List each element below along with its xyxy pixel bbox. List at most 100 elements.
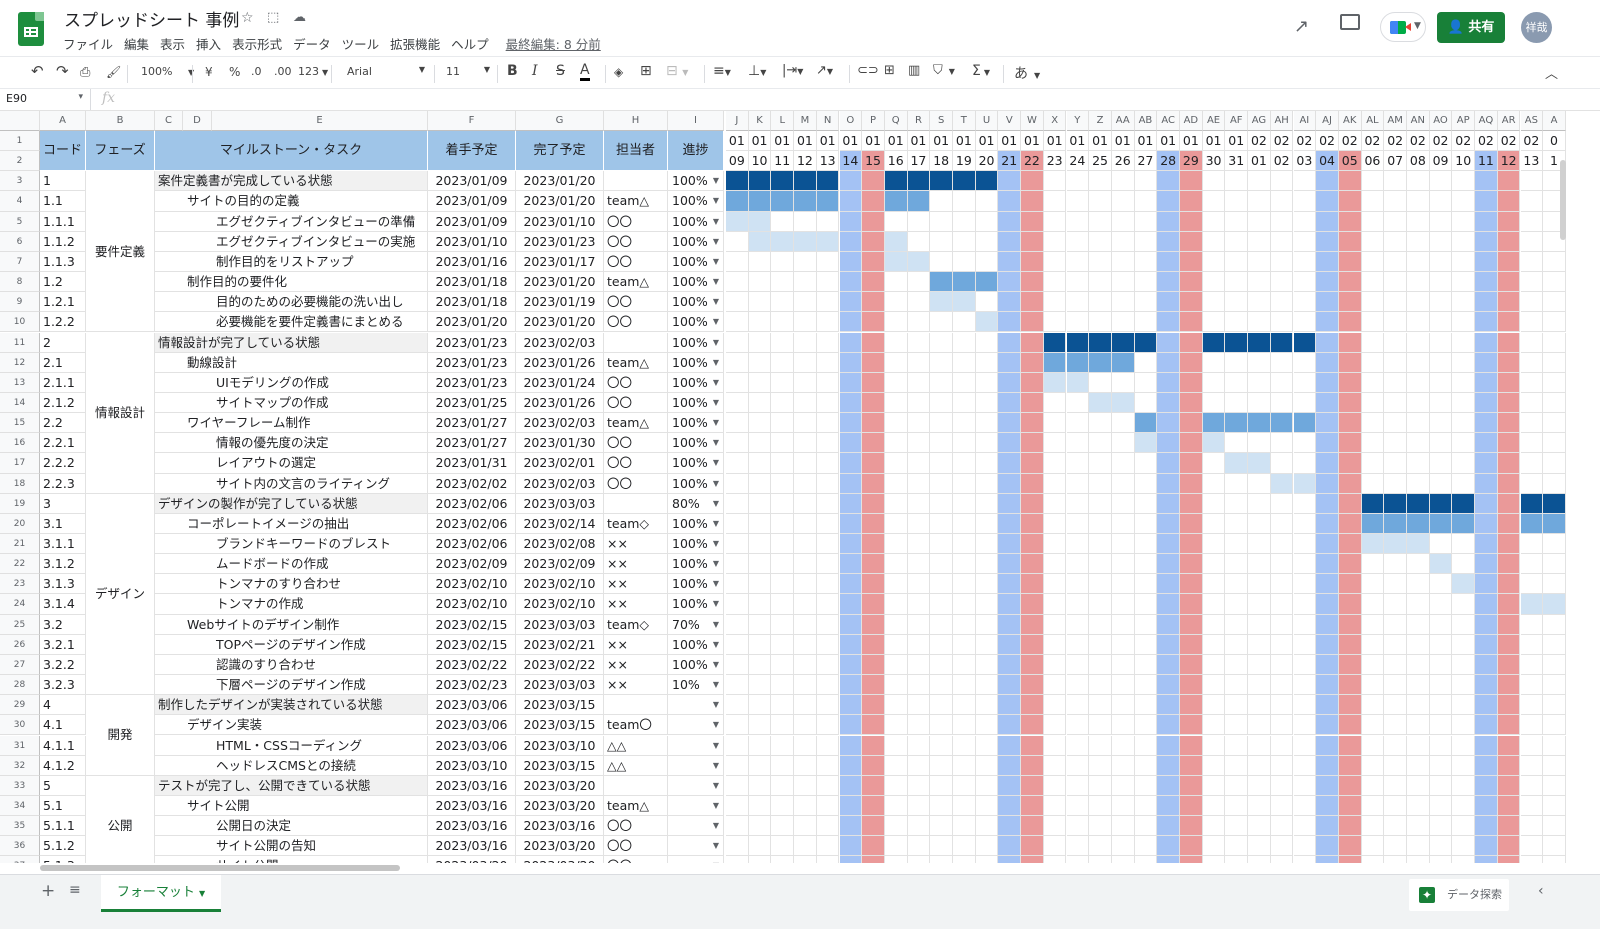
timeline-cell[interactable] bbox=[794, 413, 817, 434]
timeline-cell[interactable] bbox=[726, 836, 749, 857]
timeline-day[interactable]: 11 bbox=[1475, 151, 1498, 172]
start-date-cell[interactable]: 2023/03/20 bbox=[428, 856, 516, 863]
row-header[interactable]: 24 bbox=[0, 594, 40, 615]
timeline-cell[interactable] bbox=[975, 392, 999, 414]
phase-cell[interactable]: 情報設計 bbox=[86, 332, 155, 494]
timeline-cell[interactable] bbox=[1157, 695, 1180, 716]
timeline-cell[interactable] bbox=[975, 594, 999, 615]
timeline-cell[interactable] bbox=[1429, 735, 1453, 756]
timeline-cell[interactable] bbox=[862, 735, 885, 756]
timeline-cell[interactable] bbox=[726, 453, 749, 474]
timeline-cell[interactable] bbox=[975, 251, 999, 273]
task-cell[interactable]: サイトマップの作成 bbox=[155, 392, 428, 414]
sheet-tab-format[interactable]: フォーマット ▼ bbox=[101, 875, 221, 912]
column-header[interactable]: T bbox=[953, 111, 976, 131]
timeline-cell[interactable] bbox=[1361, 574, 1385, 595]
timeline-cell[interactable] bbox=[1429, 574, 1453, 595]
timeline-cell[interactable] bbox=[1089, 614, 1112, 635]
timeline-cell[interactable] bbox=[748, 453, 772, 474]
timeline-cell[interactable] bbox=[1429, 433, 1453, 454]
timeline-cell[interactable] bbox=[1270, 251, 1294, 273]
timeline-month[interactable]: 01 bbox=[726, 131, 749, 152]
end-date-cell[interactable]: 2023/01/20 bbox=[516, 191, 604, 212]
timeline-cell[interactable] bbox=[1270, 191, 1294, 212]
timeline-cell[interactable] bbox=[1043, 191, 1067, 212]
timeline-cell[interactable] bbox=[953, 453, 976, 474]
timeline-cell[interactable] bbox=[1407, 392, 1430, 414]
timeline-cell[interactable] bbox=[1429, 292, 1453, 313]
timeline-cell[interactable] bbox=[1248, 513, 1271, 534]
timeline-cell[interactable] bbox=[862, 453, 885, 474]
owner-cell[interactable]: 〇〇 bbox=[604, 372, 668, 393]
timeline-cell[interactable] bbox=[1111, 413, 1135, 434]
timeline-cell[interactable] bbox=[1089, 312, 1112, 333]
timeline-cell[interactable] bbox=[1361, 695, 1385, 716]
timeline-cell[interactable] bbox=[998, 211, 1022, 232]
start-date-cell[interactable]: 2023/02/06 bbox=[428, 534, 516, 555]
timeline-cell[interactable] bbox=[1089, 231, 1112, 252]
timeline-cell[interactable] bbox=[953, 493, 976, 514]
timeline-cell[interactable] bbox=[1202, 554, 1226, 575]
timeline-cell[interactable] bbox=[1520, 453, 1544, 474]
owner-cell[interactable]: 〇〇 bbox=[604, 312, 668, 333]
timeline-cell[interactable] bbox=[1293, 352, 1317, 373]
timeline-cell[interactable] bbox=[1543, 856, 1566, 863]
timeline-cell[interactable] bbox=[839, 473, 863, 494]
timeline-cell[interactable] bbox=[1361, 654, 1385, 676]
timeline-month[interactable]: 01 bbox=[1157, 131, 1180, 152]
row-header[interactable]: 17 bbox=[0, 453, 40, 474]
currency-format-button[interactable]: ¥ bbox=[205, 65, 213, 79]
timeline-cell[interactable] bbox=[1384, 795, 1407, 817]
menu-file[interactable]: ファイル bbox=[63, 37, 113, 52]
start-date-cell[interactable]: 2023/02/09 bbox=[428, 554, 516, 575]
timeline-cell[interactable] bbox=[1270, 735, 1294, 756]
timeline-cell[interactable] bbox=[1338, 795, 1362, 817]
timeline-cell[interactable] bbox=[726, 392, 749, 414]
timeline-cell[interactable] bbox=[1270, 574, 1294, 595]
timeline-cell[interactable] bbox=[1225, 735, 1249, 756]
timeline-cell[interactable] bbox=[1134, 251, 1158, 273]
timeline-cell[interactable] bbox=[1202, 675, 1226, 696]
timeline-day[interactable]: 03 bbox=[1293, 151, 1317, 172]
timeline-cell[interactable] bbox=[1134, 292, 1158, 313]
timeline-cell[interactable] bbox=[1111, 191, 1135, 212]
timeline-cell[interactable] bbox=[1520, 574, 1544, 595]
owner-cell[interactable]: team△ bbox=[604, 795, 668, 817]
code-cell[interactable]: 1.2 bbox=[40, 272, 86, 293]
task-cell[interactable]: 認識のすり合わせ bbox=[155, 654, 428, 676]
timeline-cell[interactable] bbox=[953, 715, 976, 736]
timeline-cell[interactable] bbox=[1316, 554, 1339, 575]
timeline-cell[interactable] bbox=[1543, 473, 1566, 494]
timeline-cell[interactable] bbox=[1157, 332, 1180, 353]
timeline-cell[interactable] bbox=[1089, 574, 1112, 595]
timeline-cell[interactable] bbox=[726, 695, 749, 716]
timeline-cell[interactable] bbox=[1225, 231, 1249, 252]
timeline-cell[interactable] bbox=[839, 392, 863, 414]
timeline-cell[interactable] bbox=[1361, 171, 1385, 192]
column-header[interactable]: H bbox=[604, 111, 668, 131]
timeline-cell[interactable] bbox=[1248, 654, 1271, 676]
timeline-cell[interactable] bbox=[1338, 856, 1362, 863]
timeline-cell[interactable] bbox=[1180, 312, 1203, 333]
task-cell[interactable]: サイトの目的の定義 bbox=[155, 191, 428, 212]
timeline-cell[interactable] bbox=[1384, 211, 1407, 232]
timeline-cell[interactable] bbox=[1248, 695, 1271, 716]
column-header[interactable]: O bbox=[839, 111, 863, 131]
timeline-cell[interactable] bbox=[748, 574, 772, 595]
timeline-cell[interactable] bbox=[953, 795, 976, 817]
progress-dropdown[interactable]: 100% ▼ bbox=[668, 231, 724, 252]
timeline-cell[interactable] bbox=[748, 251, 772, 273]
header-end[interactable]: 完了予定 bbox=[516, 131, 604, 172]
timeline-cell[interactable] bbox=[1293, 755, 1317, 776]
add-sheet-icon[interactable]: + bbox=[41, 881, 55, 901]
timeline-cell[interactable] bbox=[907, 594, 931, 615]
timeline-cell[interactable] bbox=[998, 191, 1022, 212]
timeline-cell[interactable] bbox=[1248, 191, 1271, 212]
end-date-cell[interactable]: 2023/02/09 bbox=[516, 554, 604, 575]
owner-cell[interactable]: ×× bbox=[604, 654, 668, 676]
timeline-cell[interactable] bbox=[816, 413, 840, 434]
timeline-cell[interactable] bbox=[930, 534, 953, 555]
end-date-cell[interactable]: 2023/03/20 bbox=[516, 856, 604, 863]
timeline-cell[interactable] bbox=[975, 654, 999, 676]
timeline-cell[interactable] bbox=[862, 856, 885, 863]
